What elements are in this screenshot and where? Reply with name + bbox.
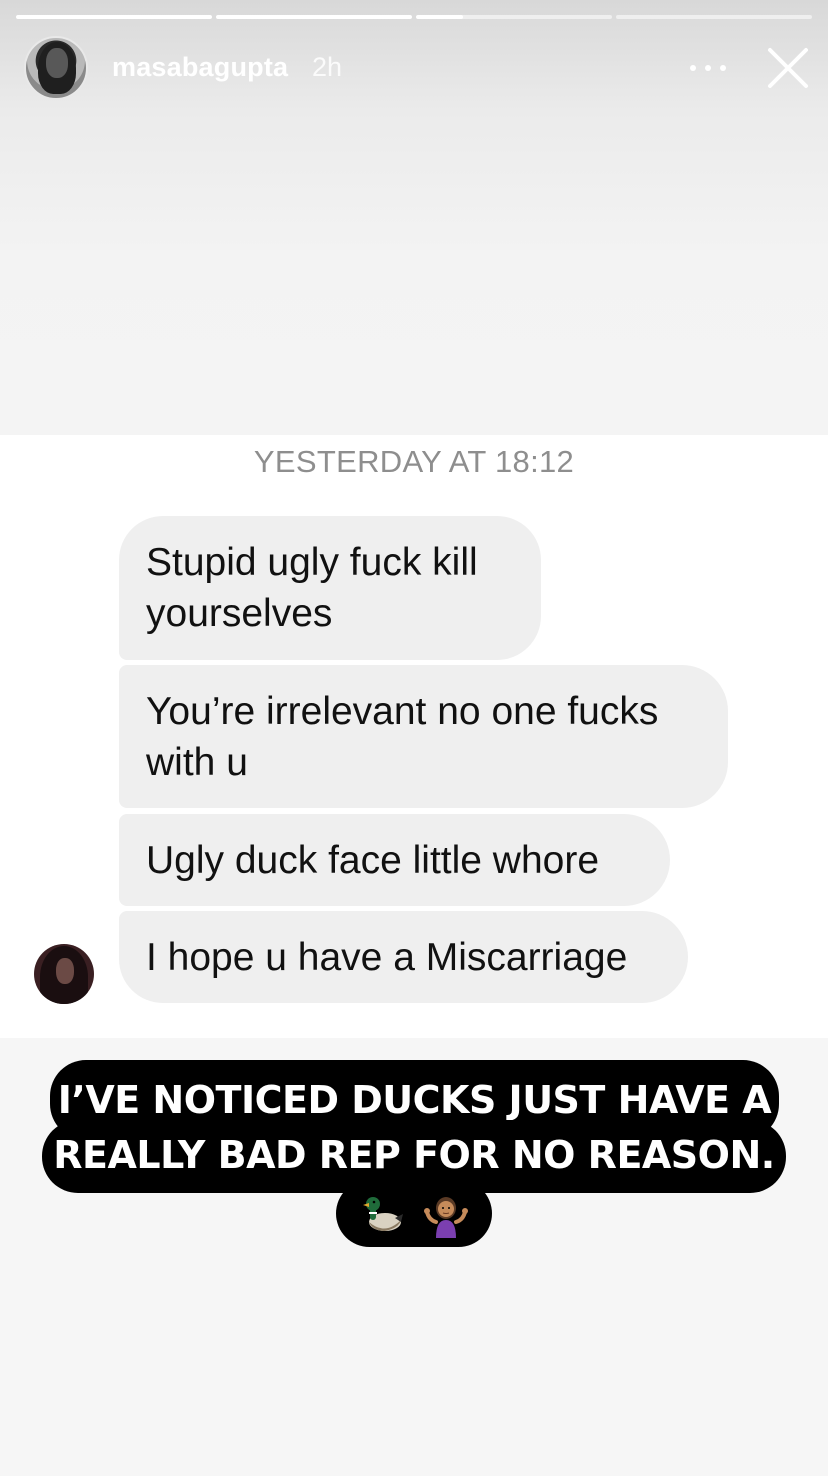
story-viewer: masabagupta 2h YESTERDAY AT 18:12 Stupid… bbox=[0, 0, 828, 1476]
chat-date-label: YESTERDAY AT 18:12 bbox=[253, 444, 575, 479]
progress-fill bbox=[416, 15, 464, 19]
more-dot bbox=[705, 65, 711, 71]
sender-avatar-face bbox=[56, 958, 74, 984]
story-progress-bar bbox=[16, 15, 812, 19]
profile-avatar[interactable] bbox=[24, 36, 88, 100]
message-bubble: You’re irrelevant no one fucks with u bbox=[119, 665, 728, 808]
message-bubble: Stupid ugly fuck kill yourselves bbox=[119, 516, 541, 660]
progress-segment bbox=[16, 15, 212, 19]
message-bubble: Ugly duck face little whore bbox=[119, 814, 670, 906]
progress-fill bbox=[216, 15, 412, 19]
close-icon[interactable] bbox=[764, 44, 812, 92]
more-dot bbox=[690, 65, 696, 71]
story-username[interactable]: masabagupta bbox=[112, 52, 288, 83]
progress-segment bbox=[616, 15, 812, 19]
duck-icon bbox=[363, 1196, 403, 1231]
progress-segment bbox=[216, 15, 412, 19]
sender-avatar bbox=[34, 944, 94, 1004]
message-line: with u bbox=[146, 741, 248, 784]
message-line: Ugly duck face little whore bbox=[146, 839, 600, 882]
more-dot bbox=[720, 65, 726, 71]
avatar-face bbox=[46, 48, 68, 78]
person-shrugging-icon bbox=[424, 1196, 468, 1238]
message-line: You’re irrelevant no one fucks bbox=[146, 690, 659, 733]
story-timestamp: 2h bbox=[312, 52, 343, 82]
message-line: Stupid ugly fuck kill bbox=[146, 541, 478, 584]
progress-segment bbox=[416, 15, 612, 19]
message-line: I hope u have a Miscarriage bbox=[146, 936, 628, 979]
more-horizontal-icon[interactable] bbox=[690, 58, 726, 78]
message-line: yourselves bbox=[146, 592, 333, 635]
message-bubble: I hope u have a Miscarriage bbox=[119, 911, 688, 1003]
caption-emoji-row bbox=[336, 1180, 492, 1247]
progress-fill bbox=[16, 15, 212, 19]
